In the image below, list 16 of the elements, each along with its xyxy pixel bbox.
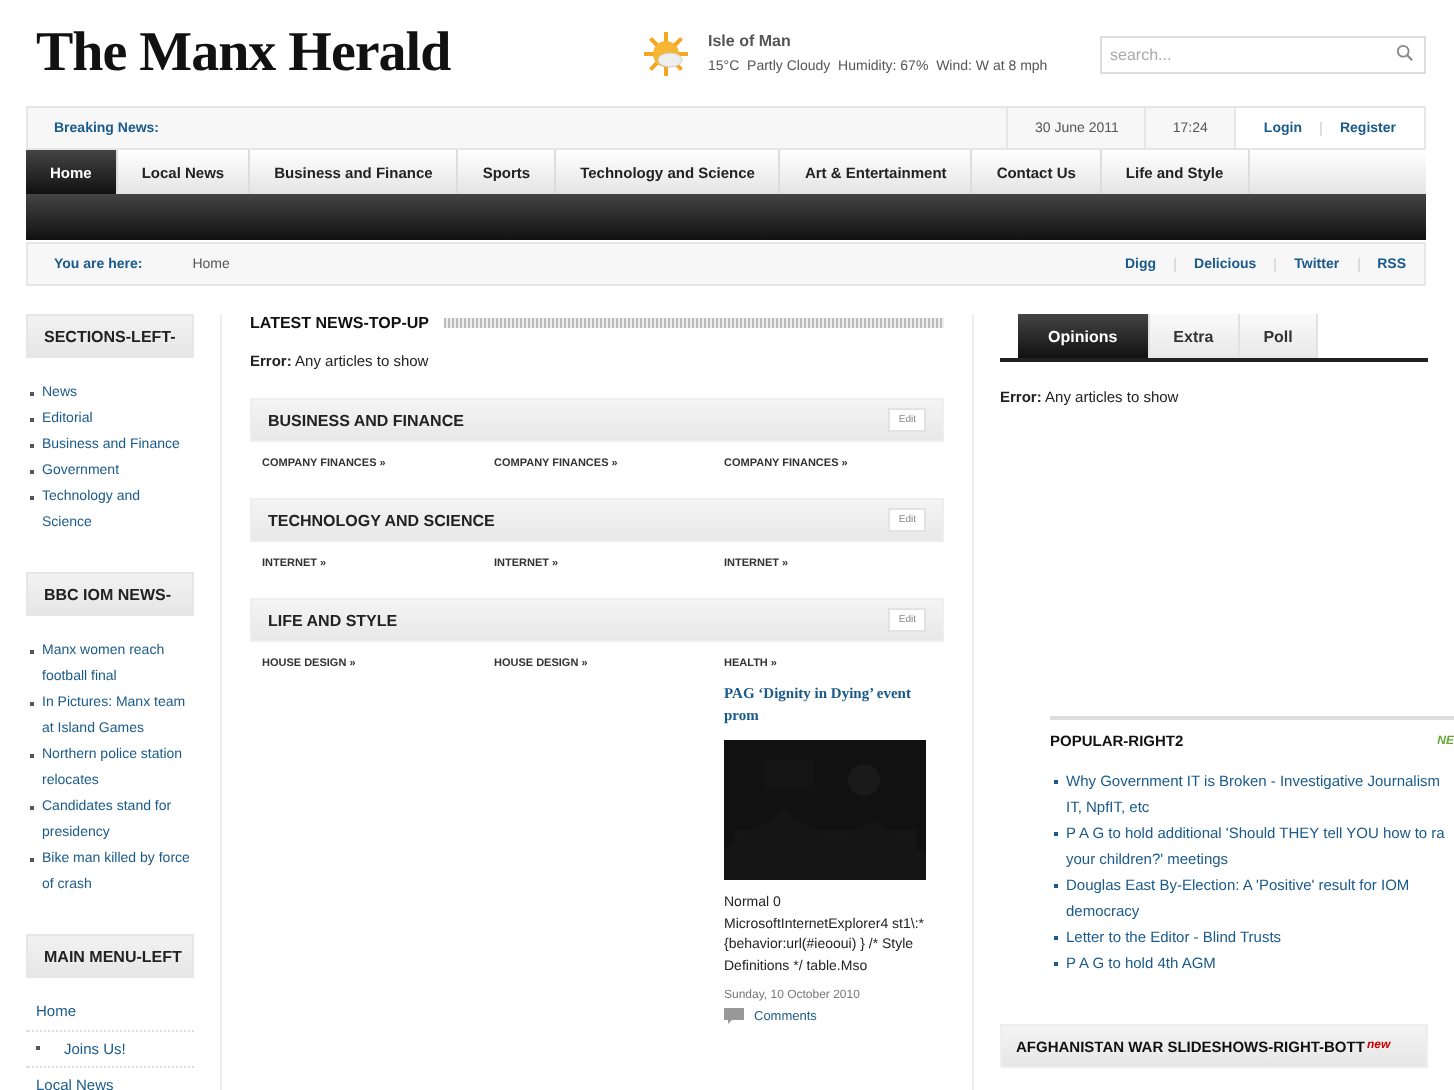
- comment-icon: [724, 1008, 744, 1024]
- section-title: BUSINESS AND FINANCE: [268, 411, 464, 429]
- module-title: LATEST NEWS-TOP-UP: [250, 314, 429, 332]
- site-logo[interactable]: The Manx Herald: [36, 21, 636, 85]
- search-icon[interactable]: [1396, 44, 1414, 62]
- tab[interactable]: Opinions: [1018, 314, 1150, 358]
- module-title: MAIN MENU-LEFT: [26, 934, 194, 978]
- section-title: LIFE AND STYLE: [268, 611, 398, 629]
- weather-place: Isle of Man: [708, 32, 793, 50]
- module-title: SECTIONS-LEFT-: [26, 314, 194, 358]
- module-title: BBC IOM NEWS-: [26, 572, 194, 616]
- section-title: TECHNOLOGY AND SCIENCE: [268, 511, 495, 529]
- partly-cloudy-icon: [644, 31, 688, 75]
- tab[interactable]: Extra: [1149, 314, 1240, 358]
- tab[interactable]: Poll: [1239, 314, 1319, 358]
- search-field[interactable]: search...: [1100, 36, 1426, 74]
